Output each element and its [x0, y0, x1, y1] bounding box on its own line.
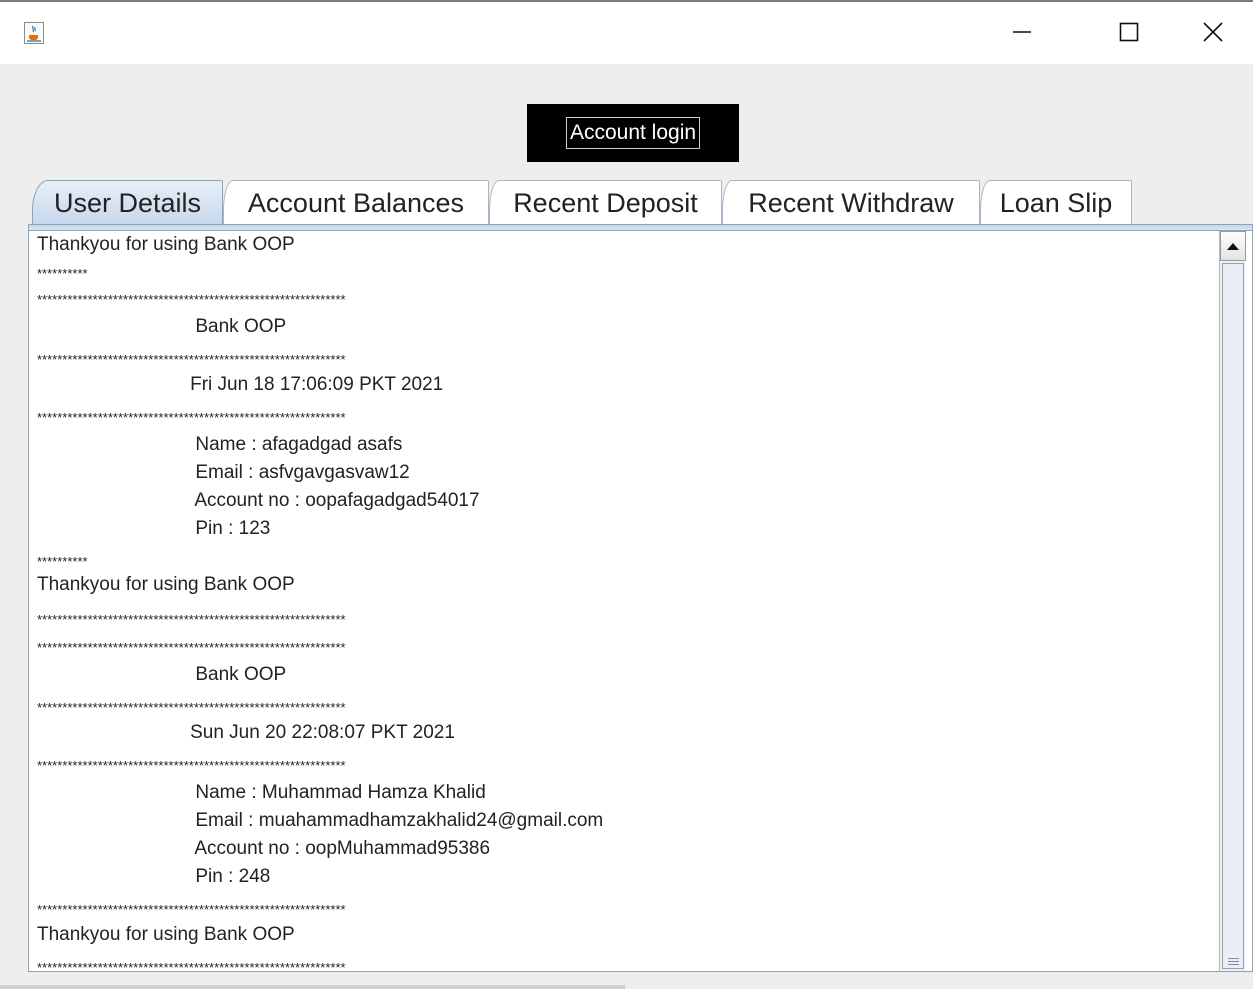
separator-line: ****************************************…: [37, 640, 346, 655]
close-button[interactable]: [1190, 12, 1236, 52]
scroll-up-button[interactable]: [1220, 231, 1246, 261]
tab-loan-slip[interactable]: Loan Slip: [980, 180, 1132, 226]
java-cup-icon[interactable]: [24, 22, 44, 44]
separator-line: ****************************************…: [37, 352, 346, 367]
separator-line: ****************************************…: [37, 758, 346, 773]
arrow-up-icon: [1227, 243, 1239, 250]
separator-line: ****************************************…: [37, 612, 346, 627]
text-line: Sun Jun 20 22:08:07 PKT 2021: [37, 722, 455, 743]
separator-line: ****************************************…: [37, 700, 346, 715]
close-icon: [1203, 22, 1223, 42]
text-line: Thankyou for using Bank OOP: [37, 234, 295, 255]
account-login-button[interactable]: Account login: [527, 104, 739, 162]
text-line: Fri Jun 18 17:06:09 PKT 2021: [37, 374, 444, 395]
user-details-textarea[interactable]: Thankyou for using Bank OOP ********** ***…: [34, 231, 1215, 969]
app-window: Account login User Details Account Balan…: [0, 0, 1253, 989]
separator-line: ****************************************…: [37, 960, 346, 970]
text-line: Email : muahammadhamzakhalid24@gmail.com: [37, 810, 604, 831]
text-line: Pin : 248: [37, 866, 271, 887]
text-line: Thankyou for using Bank OOP: [37, 574, 295, 595]
text-line: Bank OOP: [37, 316, 287, 337]
separator-line: ****************************************…: [37, 292, 346, 307]
separator-line: ****************************************…: [37, 410, 346, 425]
tab-recent-deposit[interactable]: Recent Deposit: [489, 180, 722, 226]
text-line: Name : Muhammad Hamza Khalid: [37, 782, 486, 803]
scroll-thumb[interactable]: [1222, 263, 1244, 969]
minimize-button[interactable]: [999, 12, 1045, 52]
separator-line: **********: [37, 266, 88, 281]
tab-recent-withdraw[interactable]: Recent Withdraw: [722, 180, 980, 226]
tab-account-balances[interactable]: Account Balances: [223, 180, 489, 226]
bottom-edge: [0, 985, 625, 989]
vertical-scrollbar[interactable]: [1219, 231, 1246, 971]
separator-line: **********: [37, 554, 88, 569]
maximize-button[interactable]: [1106, 12, 1152, 52]
text-line: Bank OOP: [37, 664, 287, 685]
tab-user-details[interactable]: User Details: [32, 180, 223, 226]
text-line: Account no : oopafagadgad54017: [37, 490, 480, 511]
account-login-label: Account login: [565, 117, 701, 149]
separator-line: ****************************************…: [37, 902, 346, 917]
text-line: Pin : 123: [37, 518, 271, 539]
text-line: Name : afagadgad asafs: [37, 434, 403, 455]
text-line: Account no : oopMuhammad95386: [37, 838, 491, 859]
text-line: Thankyou for using Bank OOP: [37, 924, 295, 945]
text-line: Email : asfvgavgasvaw12: [37, 462, 410, 483]
title-bar[interactable]: [0, 2, 1253, 64]
maximize-icon: [1119, 22, 1139, 42]
minimize-icon: [1013, 31, 1031, 33]
tab-content-panel: Thankyou for using Bank OOP ********** ***…: [28, 224, 1253, 972]
